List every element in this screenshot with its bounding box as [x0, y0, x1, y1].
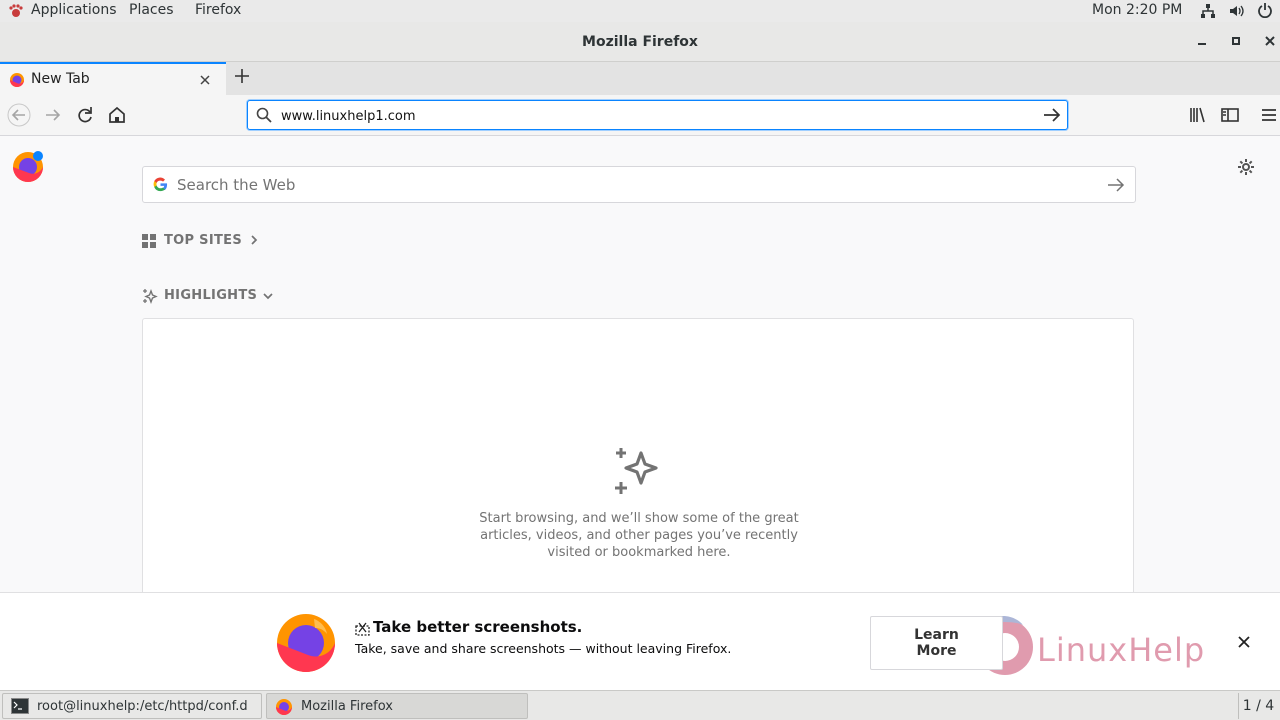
- firefox-taskbar-icon: [275, 698, 293, 720]
- maximize-button[interactable]: [1229, 34, 1243, 48]
- tab-label: New Tab: [31, 71, 90, 87]
- screenshot-scissors-icon: [355, 621, 370, 640]
- close-icon[interactable]: [1237, 633, 1251, 654]
- highlights-empty-message: Start browsing, and we’ll show some of t…: [143, 510, 1135, 561]
- go-arrow-icon[interactable]: [1043, 107, 1061, 127]
- empty-message-line: articles, videos, and other pages you’ve…: [480, 528, 798, 543]
- grid-icon: [142, 234, 157, 253]
- close-window-button[interactable]: [1263, 34, 1277, 48]
- taskbar-item-terminal[interactable]: root@linuxhelp:/etc/httpd/conf.d: [2, 693, 262, 719]
- search-submit-icon[interactable]: [1107, 177, 1125, 197]
- menu-hamburger-icon[interactable]: [1258, 103, 1280, 127]
- sidebar-icon[interactable]: [1218, 103, 1242, 127]
- newtab-page: TOP SITES HIGHLIGHTS Start browsing, and…: [0, 136, 1280, 592]
- learn-more-line: Learn: [914, 627, 959, 643]
- url-input[interactable]: [281, 106, 1021, 126]
- window-titlebar[interactable]: Mozilla Firefox: [0, 22, 1280, 62]
- taskbar-item-label: root@linuxhelp:/etc/httpd/conf.d: [37, 699, 248, 714]
- url-bar[interactable]: [247, 100, 1068, 130]
- watermark-text: LinuxHelp: [1037, 631, 1206, 669]
- chevron-right-icon: [249, 234, 259, 250]
- gear-icon[interactable]: [1237, 158, 1255, 180]
- firefox-logo-large-icon: [274, 609, 338, 677]
- new-tab-button[interactable]: [231, 66, 253, 88]
- library-icon[interactable]: [1186, 103, 1210, 127]
- sparkle-icon: [142, 288, 158, 308]
- search-icon: [256, 107, 272, 127]
- back-button[interactable]: [7, 103, 31, 127]
- applications-menu[interactable]: Applications: [31, 2, 117, 18]
- window-title: Mozilla Firefox: [582, 34, 698, 50]
- learn-more-button[interactable]: Learn More: [870, 616, 1003, 670]
- minimize-button[interactable]: [1195, 34, 1209, 48]
- web-search-box[interactable]: [142, 166, 1136, 203]
- sparkle-large-icon: [613, 446, 665, 500]
- firefox-favicon-icon: [9, 72, 25, 92]
- workspace-indicator[interactable]: 1 / 4: [1238, 693, 1278, 719]
- highlights-empty-card: Start browsing, and we’ll show some of t…: [142, 318, 1134, 592]
- home-button[interactable]: [105, 103, 129, 127]
- gnome-foot-icon: [8, 3, 24, 23]
- reload-button[interactable]: [73, 103, 97, 127]
- places-menu[interactable]: Places: [129, 2, 174, 18]
- firefox-logo-icon: [12, 150, 46, 186]
- google-icon: [153, 177, 168, 196]
- snippet-bar: Take better screenshots. Take, save and …: [0, 592, 1280, 690]
- highlights-label: HIGHLIGHTS: [164, 288, 258, 303]
- forward-button[interactable]: [41, 103, 65, 127]
- network-icon[interactable]: [1200, 3, 1216, 23]
- close-tab-icon[interactable]: [199, 71, 211, 90]
- chevron-down-icon: [262, 290, 274, 305]
- app-menu[interactable]: Firefox: [195, 2, 241, 18]
- volume-icon[interactable]: [1228, 3, 1244, 23]
- terminal-icon: [11, 698, 29, 718]
- window-list-taskbar: root@linuxhelp:/etc/httpd/conf.d Mozilla…: [0, 690, 1280, 720]
- snippet-title: Take better screenshots.: [373, 618, 583, 636]
- gnome-top-bar: Applications Places Firefox Mon 2:20 PM: [0, 0, 1280, 22]
- snippet-text: Take, save and share screenshots — witho…: [355, 641, 732, 656]
- learn-more-line: More: [916, 643, 957, 659]
- tab-strip: New Tab: [0, 62, 1280, 95]
- taskbar-item-firefox[interactable]: Mozilla Firefox: [266, 693, 528, 719]
- taskbar-item-label: Mozilla Firefox: [301, 699, 393, 714]
- navigation-toolbar: [0, 95, 1280, 136]
- top-sites-label: TOP SITES: [164, 233, 242, 248]
- empty-message-line: Start browsing, and we’ll show some of t…: [479, 511, 799, 526]
- clock[interactable]: Mon 2:20 PM: [1092, 2, 1182, 18]
- power-icon[interactable]: [1257, 2, 1273, 22]
- web-search-input[interactable]: [177, 175, 1077, 195]
- empty-message-line: visited or bookmarked here.: [547, 545, 731, 560]
- linuxhelp-watermark: LinuxHelp: [975, 611, 1225, 686]
- tab-new-tab[interactable]: New Tab: [0, 62, 226, 95]
